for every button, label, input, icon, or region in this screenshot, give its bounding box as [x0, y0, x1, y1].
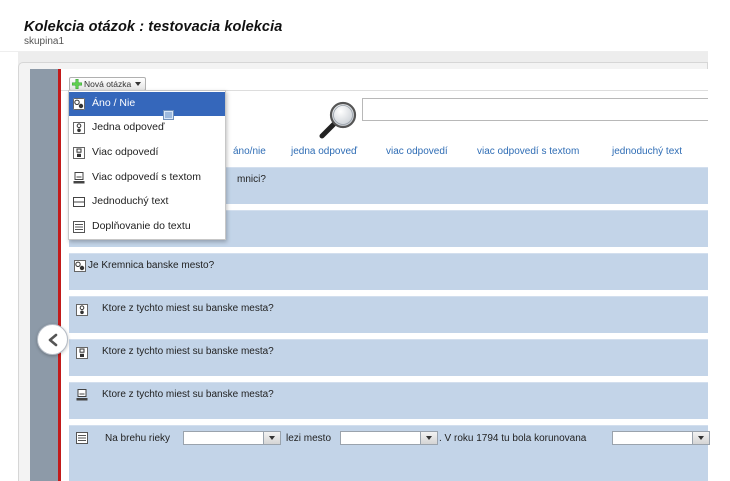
- question-text: mnici?: [237, 174, 266, 185]
- menu-item-yes-no[interactable]: Áno / Nie: [69, 92, 225, 116]
- new-question-button[interactable]: Nová otázka: [69, 77, 147, 91]
- single-choice-icon: [76, 304, 88, 316]
- question-row[interactable]: Na brehu rieky lezi mesto . V roku 1794 …: [69, 425, 710, 481]
- chevron-down-icon: [135, 82, 142, 86]
- menu-item-label: Doplňovanie do textu: [92, 220, 191, 232]
- fill-in-text-icon: [76, 432, 88, 444]
- fill-text-part: Na brehu rieky: [105, 433, 171, 444]
- new-question-menu: Áno / Nie Jedna odpoveď Viac odpovedí Vi…: [68, 90, 226, 240]
- question-row[interactable]: Je Kremnica banske mesto?: [69, 253, 708, 290]
- app-root: Kolekcia otázok : testovacia kolekcia sk…: [0, 0, 730, 481]
- menu-item-label: Jedna odpoveď: [92, 121, 165, 133]
- chevron-down-icon[interactable]: [692, 432, 709, 444]
- multiple-text-icon: [76, 389, 88, 401]
- menu-item-multiple-choice[interactable]: Viac odpovedí: [69, 141, 225, 165]
- menu-item-fill-in-text[interactable]: Doplňovanie do textu: [69, 215, 225, 239]
- menu-item-label: Viac odpovedí s textom: [92, 171, 201, 183]
- yes-no-icon: [73, 98, 85, 110]
- menu-item-label: Áno / Nie: [92, 97, 136, 109]
- filter-tab-simple-text[interactable]: jednoduchý text: [612, 146, 682, 158]
- menu-item-label: Viac odpovedí: [92, 146, 159, 158]
- page-header: Kolekcia otázok : testovacia kolekcia sk…: [0, 14, 708, 52]
- new-question-label: Nová otázka: [84, 79, 132, 89]
- question-text: Je Kremnica banske mesto?: [88, 260, 215, 271]
- question-row[interactable]: Ktore z tychto miest su banske mesta?: [69, 339, 708, 376]
- filter-tab-multiple-choice[interactable]: viac odpovedí: [386, 146, 448, 158]
- question-text: Ktore z tychto miest su banske mesta?: [102, 346, 274, 357]
- question-row[interactable]: Ktore z tychto miest su banske mesta?: [69, 296, 708, 333]
- search-input[interactable]: [362, 98, 708, 121]
- menu-item-label: Jednoduchý text: [92, 195, 169, 207]
- question-text: Ktore z tychto miest su banske mesta?: [102, 389, 274, 400]
- menu-item-simple-text[interactable]: Jednoduchý text: [69, 190, 225, 214]
- fill-in-text-icon: [73, 221, 85, 233]
- fill-blank-select[interactable]: [183, 431, 281, 445]
- toolbar: [61, 69, 708, 91]
- plus-icon: [72, 79, 82, 89]
- page-title: Kolekcia otázok : testovacia kolekcia: [24, 19, 283, 35]
- multiple-choice-icon: [73, 147, 85, 159]
- simple-text-icon: [73, 197, 85, 207]
- single-choice-icon: [73, 122, 85, 134]
- search-icon[interactable]: [318, 100, 360, 140]
- filter-tab-single-choice[interactable]: jedna odpoveď: [291, 146, 357, 158]
- menu-item-multiple-text[interactable]: Viac odpovedí s textom: [69, 166, 225, 190]
- fill-text-part: lezi mesto: [286, 433, 332, 444]
- question-row[interactable]: Ktore z tychto miest su banske mesta?: [69, 382, 708, 419]
- fill-text-part: . V roku 1794 tu bola korunovana: [439, 433, 587, 444]
- multiple-text-icon: [73, 172, 85, 184]
- page-subtitle: skupina1: [24, 36, 65, 47]
- chevron-left-icon: [48, 333, 57, 346]
- fill-blank-select[interactable]: [612, 431, 710, 445]
- chevron-down-icon[interactable]: [420, 432, 437, 444]
- chevron-down-icon[interactable]: [263, 432, 280, 444]
- side-panel-strip: [30, 69, 58, 481]
- yes-no-icon: [74, 260, 86, 272]
- question-text: Ktore z tychto miest su banske mesta?: [102, 303, 274, 314]
- collapse-panel-button[interactable]: [37, 324, 68, 355]
- filter-tab-yes-no[interactable]: áno/nie: [233, 146, 266, 158]
- fill-blank-select[interactable]: [340, 431, 438, 445]
- drag-cursor-icon: [163, 110, 174, 120]
- menu-item-single-choice[interactable]: Jedna odpoveď: [69, 116, 225, 140]
- filter-tab-multiple-text[interactable]: viac odpovedí s textom: [477, 146, 579, 158]
- multiple-choice-icon: [76, 347, 88, 359]
